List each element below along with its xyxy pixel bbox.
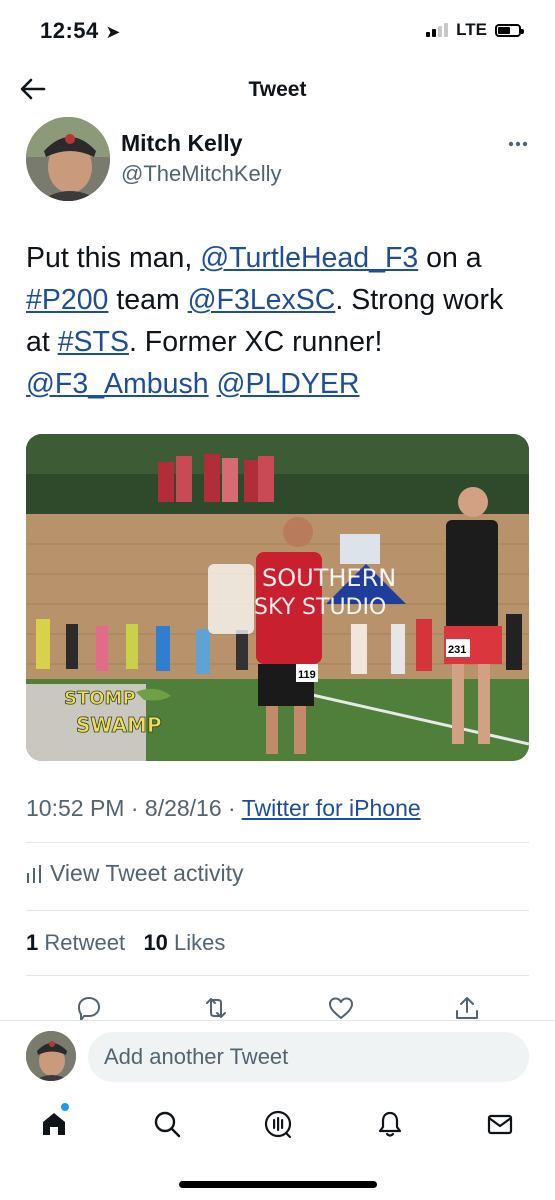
view-activity-label: View Tweet activity xyxy=(50,860,244,886)
avatar[interactable] xyxy=(26,117,110,201)
search-icon xyxy=(154,1111,181,1138)
tab-home[interactable] xyxy=(34,1104,74,1144)
view-activity-button[interactable]: View Tweet activity xyxy=(26,860,243,887)
tweet-text-segment: Put this man, xyxy=(26,242,201,274)
more-options-icon[interactable] xyxy=(500,130,534,158)
mail-icon xyxy=(487,1114,513,1135)
mention-link[interactable]: @F3_Ambush xyxy=(26,368,209,400)
reply-input[interactable]: Add another Tweet xyxy=(88,1032,529,1082)
mention-link[interactable]: @TurtleHead_F3 xyxy=(200,242,418,274)
hashtag-link[interactable]: #STS xyxy=(58,326,129,358)
divider xyxy=(26,975,529,976)
bell-icon xyxy=(378,1111,402,1137)
share-icon[interactable] xyxy=(453,994,481,1022)
signal-icon xyxy=(426,23,449,37)
home-indicator xyxy=(179,1181,377,1188)
notification-dot xyxy=(61,1103,69,1111)
author-handle[interactable]: @TheMitchKelly xyxy=(121,161,282,187)
event-logo-line1: STOMP xyxy=(64,688,136,709)
tweet-date: 8/28/16 xyxy=(144,795,222,821)
reply-icon[interactable] xyxy=(75,994,103,1022)
spaces-icon xyxy=(264,1110,292,1139)
source-link[interactable]: Twitter for iPhone xyxy=(242,795,421,821)
battery-icon xyxy=(495,23,524,37)
meta-separator: · xyxy=(221,795,242,821)
divider xyxy=(26,842,529,843)
my-avatar[interactable] xyxy=(26,1031,76,1081)
mention-link[interactable]: @F3LexSC xyxy=(188,284,336,316)
watermark-line2: SKY STUDIO xyxy=(254,595,386,620)
like-count[interactable]: 10 Likes xyxy=(143,930,225,955)
tweet-text-segment: on a xyxy=(418,242,482,274)
retweet-icon[interactable] xyxy=(202,994,230,1022)
mention-link[interactable]: @PLDYER xyxy=(217,368,360,400)
home-icon xyxy=(43,1113,65,1135)
page-title: Tweet xyxy=(248,78,307,101)
hashtag-link[interactable]: #P200 xyxy=(26,284,108,316)
network-label: LTE xyxy=(456,20,487,39)
status-indicators: LTE xyxy=(426,20,524,40)
reply-placeholder: Add another Tweet xyxy=(104,1044,289,1069)
activity-chart-icon xyxy=(27,864,41,883)
watermark-line1: SOUTHERN xyxy=(262,564,396,592)
bib-number: 119 xyxy=(298,669,316,681)
tweet-timestamp: 10:52 PM · 8/28/16 · Twitter for iPhone xyxy=(26,795,421,822)
author-name[interactable]: Mitch Kelly xyxy=(121,130,242,157)
tweet-text-segment: team xyxy=(108,284,188,316)
retweet-count[interactable]: 1 Retweet xyxy=(26,930,125,955)
bib-number: 231 xyxy=(448,644,466,656)
reply-bar-divider xyxy=(0,1020,555,1021)
divider xyxy=(26,910,529,911)
tweet-time: 10:52 PM xyxy=(26,795,125,821)
tweet-text-segment xyxy=(209,368,217,400)
tab-notifications[interactable] xyxy=(370,1104,410,1144)
event-logo-line2: SWAMP xyxy=(76,713,162,737)
tweet-text: Put this man, @TurtleHead_F3 on a #P200 … xyxy=(26,237,531,405)
status-time: 12:54 ➤ xyxy=(40,18,121,43)
tab-search[interactable] xyxy=(147,1104,187,1144)
tab-messages[interactable] xyxy=(480,1104,520,1144)
tweet-stats: 1 Retweet 10 Likes xyxy=(26,930,225,956)
tab-spaces[interactable] xyxy=(258,1104,298,1144)
location-arrow-icon: ➤ xyxy=(105,22,121,42)
meta-separator: · xyxy=(124,795,145,821)
tweet-photo[interactable]: 119 231 SOUTHERN SKY STUDIO STOMP SWAMP xyxy=(26,434,529,761)
like-icon[interactable] xyxy=(327,994,355,1022)
tweet-text-segment: . Former XC runner! xyxy=(128,326,383,358)
